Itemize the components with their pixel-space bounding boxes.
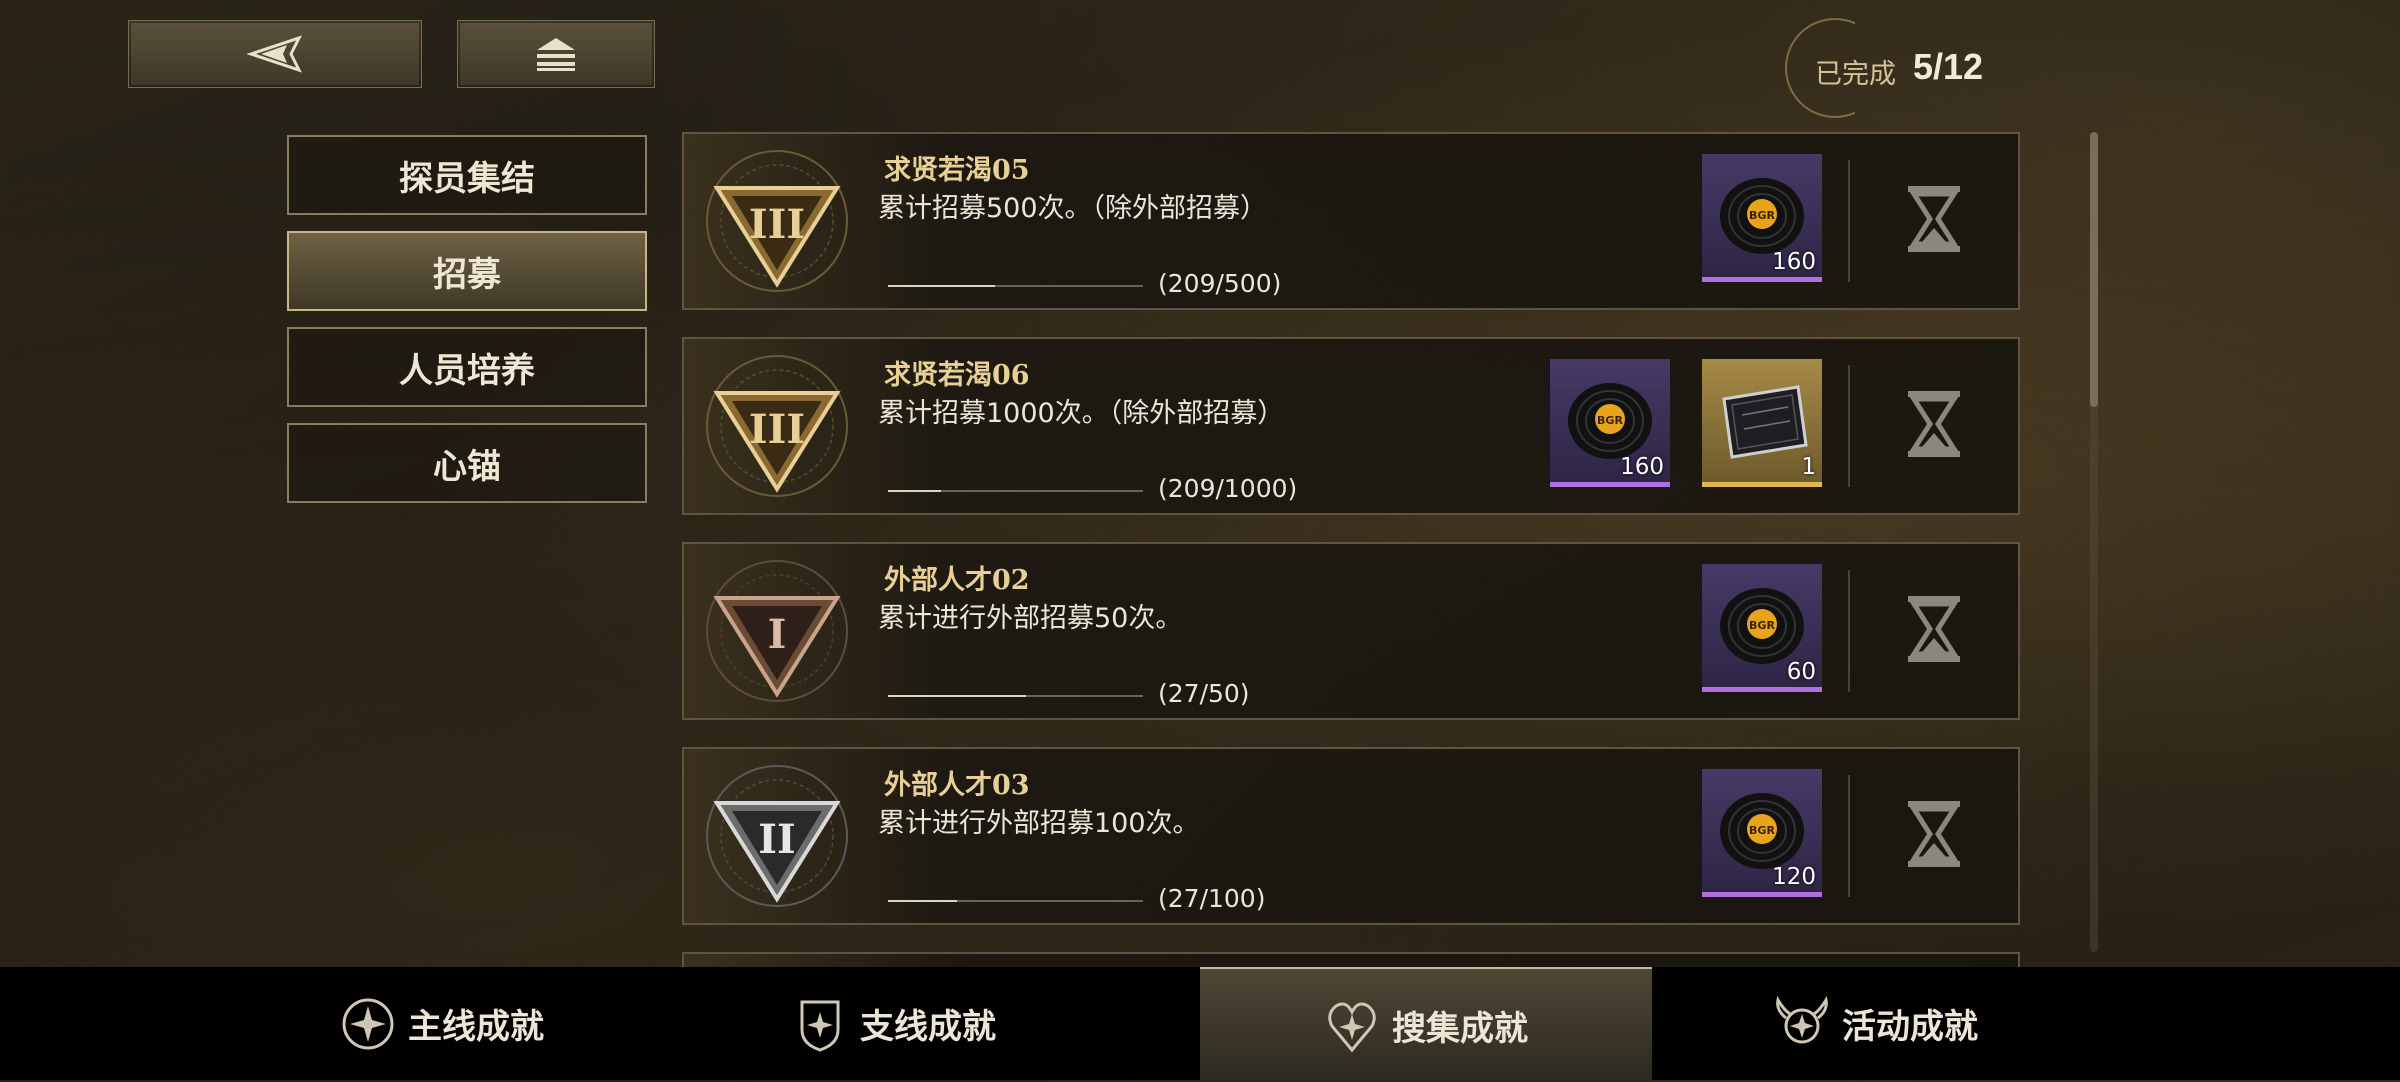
achievement-description: 累计招募1000次。（除外部招募） xyxy=(878,398,1285,429)
side-item-label: 心锚 xyxy=(433,446,501,487)
reward-item[interactable]: BGR 160 xyxy=(1702,154,1822,282)
tab-label: 支线成就 xyxy=(860,1007,996,1047)
reward-count: 1 xyxy=(1801,454,1816,480)
svg-text:I: I xyxy=(768,611,787,658)
rank-badge-icon: II xyxy=(706,765,848,907)
tab-main-achievements[interactable]: 主线成就 xyxy=(216,967,668,1080)
achievement-description: 累计进行外部招募50次。 xyxy=(878,603,1183,634)
hourglass-icon xyxy=(1908,391,1960,457)
reward-count: 120 xyxy=(1772,864,1816,890)
svg-text:BGR: BGR xyxy=(1749,209,1775,222)
completed-label: 已完成 xyxy=(1815,59,1896,90)
scroll-thumb[interactable] xyxy=(2090,132,2098,407)
hourglass-icon xyxy=(1908,186,1960,252)
bottom-tab-bar: 主线成就 支线成就 搜集成就 活动成就 xyxy=(0,967,2400,1082)
reward-item[interactable]: 1 xyxy=(1702,359,1822,487)
reward-count: 160 xyxy=(1772,249,1816,275)
achievement-card: I 外部人才02 累计进行外部招募50次。 (27/50) BGR 60 xyxy=(682,542,2020,720)
achievement-card: II 外部人才03 累计进行外部招募100次。 (27/100) BGR 120 xyxy=(682,747,2020,925)
card-divider xyxy=(1848,775,1850,897)
completion-counter: 已完成 5/12 xyxy=(1785,18,1995,118)
card-divider xyxy=(1848,365,1850,487)
svg-text:BGR: BGR xyxy=(1749,824,1775,837)
back-button[interactable] xyxy=(128,20,422,88)
reward-item[interactable]: BGR 60 xyxy=(1702,564,1822,692)
achievement-list[interactable]: III 求贤若渴05 累计招募500次。（除外部招募） (209/500) BG… xyxy=(682,132,2022,967)
tab-label: 活动成就 xyxy=(1842,1007,1978,1047)
shield-star-icon xyxy=(800,1000,840,1052)
progress-text: (209/500) xyxy=(1158,269,1282,298)
hourglass-icon xyxy=(1908,596,1960,662)
progress-text: (27/100) xyxy=(1158,884,1266,913)
svg-text:BGR: BGR xyxy=(1597,414,1623,427)
back-triangle-icon xyxy=(247,35,302,73)
achievement-card: III 求贤若渴05 累计招募500次。（除外部招募） (209/500) BG… xyxy=(682,132,2020,310)
svg-text:III: III xyxy=(749,406,805,453)
progress-text: (27/50) xyxy=(1158,679,1250,708)
achievement-title: 外部人才03 xyxy=(884,770,1030,801)
achievement-title: 求贤若渴05 xyxy=(884,155,1030,186)
progress-fill xyxy=(888,900,957,902)
side-item-label: 探员集结 xyxy=(399,158,535,199)
list-scrollbar[interactable] xyxy=(2090,132,2098,952)
svg-text:BGR: BGR xyxy=(1749,619,1775,632)
achievement-card-partial xyxy=(682,952,2020,967)
achievement-title: 外部人才02 xyxy=(884,565,1030,596)
side-item-recruit[interactable]: 招募 xyxy=(287,231,647,311)
reward-count: 60 xyxy=(1786,659,1816,685)
achievement-title: 求贤若渴06 xyxy=(884,360,1030,391)
progress-fill xyxy=(888,695,1026,697)
achievement-card: III 求贤若渴06 累计招募1000次。（除外部招募） (209/1000) … xyxy=(682,337,2020,515)
category-side-nav: 探员集结 招募 人员培养 心锚 xyxy=(287,135,647,519)
side-item-agent-assembly[interactable]: 探员集结 xyxy=(287,135,647,215)
side-item-label: 人员培养 xyxy=(399,350,535,391)
reward-count: 160 xyxy=(1620,454,1664,480)
compass-star-icon xyxy=(342,998,394,1049)
side-item-training[interactable]: 人员培养 xyxy=(287,327,647,407)
rank-badge-icon: III xyxy=(706,150,848,292)
home-button[interactable] xyxy=(457,20,655,88)
winged-star-icon xyxy=(1776,995,1828,1043)
rank-badge-icon: III xyxy=(706,355,848,497)
rank-badge-icon: I xyxy=(706,560,848,702)
progress-bar xyxy=(888,285,1143,287)
reward-item[interactable]: BGR 160 xyxy=(1550,359,1670,487)
completed-count: 5/12 xyxy=(1913,46,1984,87)
tab-event-achievements[interactable]: 活动成就 xyxy=(1650,967,2102,1080)
svg-text:III: III xyxy=(749,201,805,248)
home-stack-icon xyxy=(537,38,575,71)
progress-bar xyxy=(888,900,1143,902)
achievement-description: 累计进行外部招募100次。 xyxy=(878,808,1200,839)
reward-item[interactable]: BGR 120 xyxy=(1702,769,1822,897)
hourglass-icon xyxy=(1908,801,1960,867)
progress-bar xyxy=(888,695,1143,697)
progress-fill xyxy=(888,490,942,492)
svg-text:II: II xyxy=(758,816,795,863)
card-divider xyxy=(1848,160,1850,282)
side-item-heart-anchor[interactable]: 心锚 xyxy=(287,423,647,503)
heart-star-icon xyxy=(1328,1002,1376,1052)
tab-label: 主线成就 xyxy=(408,1007,544,1047)
achievement-description: 累计招募500次。（除外部招募） xyxy=(878,193,1268,224)
card-divider xyxy=(1848,570,1850,692)
tab-label: 搜集成就 xyxy=(1392,1009,1528,1049)
progress-text: (209/1000) xyxy=(1158,474,1298,503)
tab-side-achievements[interactable]: 支线成就 xyxy=(668,967,1120,1080)
progress-bar xyxy=(888,490,1143,492)
side-item-label: 招募 xyxy=(433,254,501,295)
progress-fill xyxy=(888,285,995,287)
tab-collection-achievements[interactable]: 搜集成就 xyxy=(1200,967,1652,1082)
